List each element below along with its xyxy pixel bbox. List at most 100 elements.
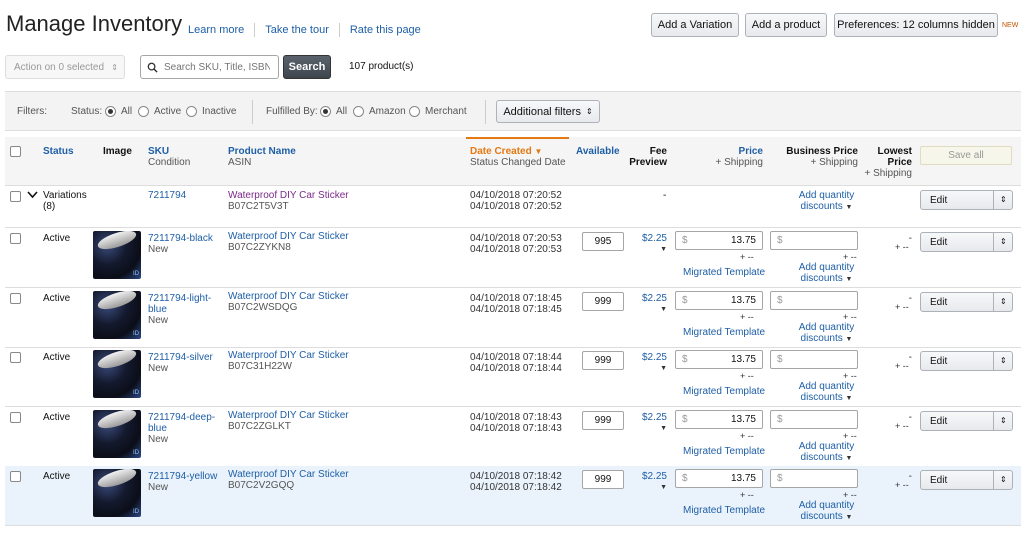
fee-preview-link[interactable]: $2.25 ▼ [637,352,667,374]
select-all-checkbox[interactable] [10,146,21,157]
expand-chevron-icon[interactable] [27,191,38,202]
product-image[interactable] [93,350,141,398]
business-price-input[interactable]: $ [770,469,858,488]
status-inactive-radio[interactable]: Inactive [186,106,236,117]
col-price[interactable]: Price [695,146,763,157]
sku-link[interactable]: 7211794-yellow [148,471,218,482]
rate-page-link[interactable]: Rate this page [350,24,421,36]
quantity-input[interactable]: 999 [582,292,624,311]
edit-button[interactable]: Edit ⇕ [920,470,1013,490]
add-quantity-discounts-link[interactable]: Add quantity discounts ▼ [795,190,858,213]
fee-preview-link[interactable]: $2.25 ▼ [637,412,667,434]
col-available[interactable]: Available [576,146,620,157]
add-quantity-discounts-link[interactable]: Add quantity discounts ▼ [795,262,858,285]
sku-link[interactable]: 7211794-silver [148,352,218,363]
search-input[interactable] [162,60,272,74]
shipping-template-link[interactable]: Migrated Template [683,505,765,516]
caret-down-icon: ▼ [660,484,667,491]
take-tour-link[interactable]: Take the tour [265,24,329,36]
product-name-link[interactable]: Waterproof DIY Car Sticker [228,291,349,302]
row-checkbox[interactable] [10,293,21,304]
price-input[interactable]: $ 13.75 [675,231,763,250]
sku-link[interactable]: 7211794-black [148,233,218,244]
fulfilled-all-radio[interactable]: All [320,106,347,117]
price-input[interactable]: $ 13.75 [675,410,763,429]
add-quantity-discounts-link[interactable]: Add quantity discounts ▼ [795,322,858,345]
edit-button[interactable]: Edit ⇕ [920,232,1013,252]
table-row: Active 7211794-deep-blue New Waterproof … [5,407,1021,467]
business-price-input[interactable]: $ [770,231,858,250]
col-fee-preview-2: Preview [629,157,667,168]
preferences-button[interactable]: Preferences: 12 columns hidden [834,13,998,37]
product-name-link[interactable]: Waterproof DIY Car Sticker [228,410,349,421]
row-checkbox[interactable] [10,191,21,202]
add-quantity-discounts-link[interactable]: Add quantity discounts ▼ [795,381,858,404]
sku-link[interactable]: 7211794 [148,190,186,201]
bulk-action-select[interactable]: Action on 0 selected ⇕ [5,55,125,79]
save-all-button[interactable]: Save all [920,146,1012,165]
col-product-name[interactable]: Product Name [228,146,296,157]
business-price-input[interactable]: $ [770,291,858,310]
quantity-input[interactable]: 999 [582,411,624,430]
product-name-link[interactable]: Waterproof DIY Car Sticker [228,350,349,361]
status-all-radio[interactable]: All [105,106,132,117]
product-image[interactable] [93,410,141,458]
product-image[interactable] [93,469,141,517]
add-quantity-discounts-link[interactable]: Add quantity discounts ▼ [795,500,858,523]
caret-down-icon: ▼ [845,514,853,521]
business-price-input[interactable]: $ [770,350,858,369]
col-status[interactable]: Status [43,146,74,157]
status-text: Active [43,293,71,304]
edit-button[interactable]: Edit ⇕ [920,292,1013,312]
price-input[interactable]: $ 13.75 [675,291,763,310]
fee-preview-link[interactable]: $2.25 ▼ [637,293,667,315]
quantity-input[interactable]: 999 [582,470,624,489]
shipping-template-link[interactable]: Migrated Template [683,267,765,278]
product-name-link[interactable]: Waterproof DIY Car Sticker [228,190,349,201]
status-changed-date: 04/10/2018 07:18:42 [470,482,562,493]
col-date-created[interactable]: Date Created ▼ [470,146,566,157]
status-changed-date: 04/10/2018 07:20:53 [470,244,562,255]
fulfilled-merchant-radio[interactable]: Merchant [409,106,467,117]
row-checkbox[interactable] [10,352,21,363]
search-box[interactable] [140,55,279,79]
edit-button[interactable]: Edit ⇕ [920,190,1013,210]
business-shipping-value: + -- [843,431,857,441]
search-button[interactable]: Search [283,55,331,79]
price-input[interactable]: $ 13.75 [675,469,763,488]
add-variation-button[interactable]: Add a Variation [651,13,739,37]
price-input[interactable]: $ 13.75 [675,350,763,369]
product-name-link[interactable]: Waterproof DIY Car Sticker [228,469,349,480]
fee-preview-link[interactable]: $2.25 ▼ [637,233,667,255]
edit-button[interactable]: Edit ⇕ [920,411,1013,431]
sku-link[interactable]: 7211794-deep-blue [148,412,218,434]
business-price-input[interactable]: $ [770,410,858,429]
shipping-template-link[interactable]: Migrated Template [683,327,765,338]
additional-filters-button[interactable]: Additional filters ⇕ [496,100,600,123]
add-product-button[interactable]: Add a product [745,13,827,37]
edit-button[interactable]: Edit ⇕ [920,351,1013,371]
row-checkbox[interactable] [10,471,21,482]
product-image[interactable] [93,231,141,279]
currency-symbol: $ [682,354,688,365]
page-title: Manage Inventory [6,11,183,36]
status-active-radio[interactable]: Active [138,106,181,117]
quantity-input[interactable]: 995 [582,232,624,251]
quantity-input[interactable]: 999 [582,351,624,370]
col-sku[interactable]: SKU [148,146,190,157]
col-price-shipping: + Shipping [715,157,763,168]
shipping-template-link[interactable]: Migrated Template [683,386,765,397]
fulfilled-amazon-radio[interactable]: Amazon [353,106,406,117]
row-checkbox[interactable] [10,412,21,423]
learn-more-link[interactable]: Learn more [188,24,244,36]
add-quantity-discounts-link[interactable]: Add quantity discounts ▼ [795,441,858,464]
divider [993,191,994,209]
fee-preview-link[interactable]: $2.25 ▼ [637,471,667,493]
sku-link[interactable]: 7211794-light-blue [148,293,218,315]
updown-icon: ⇕ [1000,475,1007,484]
shipping-template-link[interactable]: Migrated Template [683,446,765,457]
col-lowest-2: Price [887,157,912,168]
product-name-link[interactable]: Waterproof DIY Car Sticker [228,231,349,242]
product-image[interactable] [93,291,141,339]
row-checkbox[interactable] [10,233,21,244]
